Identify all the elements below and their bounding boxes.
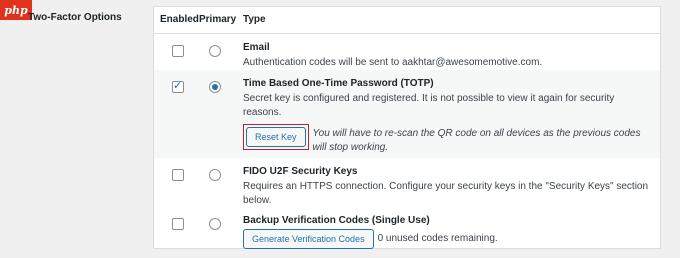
reset-key-note: You will have to re-scan the QR code on … [312, 128, 641, 153]
method-row-fido-u2f: FIDO U2F Security Keys Requires an HTTPS… [154, 158, 660, 207]
enabled-checkbox-totp[interactable] [172, 79, 184, 93]
method-row-email: Email Authentication codes will be sent … [154, 33, 660, 70]
method-row-totp: Time Based One-Time Password (TOTP) Secr… [154, 70, 660, 158]
column-header-enabled: Enabled [154, 7, 199, 34]
reset-key-highlight: Reset Key [243, 124, 309, 150]
enabled-checkbox-email[interactable] [172, 44, 184, 57]
enabled-checkbox-backup[interactable] [172, 218, 184, 230]
unused-codes-count: 0 unused codes remaining. [377, 233, 498, 244]
enabled-checkbox-fido[interactable] [172, 169, 184, 181]
two-factor-options-table: Enabled Primary Type Email Authenticatio… [153, 6, 661, 249]
section-label: Two-Factor Options [28, 12, 122, 23]
primary-radio-fido[interactable] [209, 169, 221, 181]
column-header-primary: Primary [199, 7, 243, 34]
method-title: Backup Verification Codes (Single Use) [243, 215, 430, 226]
method-title: Email [243, 41, 270, 53]
method-row-backup-codes: Backup Verification Codes (Single Use) G… [154, 207, 660, 254]
reset-key-button[interactable]: Reset Key [246, 127, 306, 147]
method-description: Requires an HTTPS connection. Configure … [243, 181, 649, 206]
method-title: FIDO U2F Security Keys [243, 166, 358, 177]
primary-radio-totp[interactable] [209, 81, 221, 93]
generate-verification-codes-button[interactable]: Generate Verification Codes [243, 229, 374, 249]
column-header-type: Type [243, 7, 660, 34]
method-title: Time Based One-Time Password (TOTP) [243, 78, 434, 89]
method-description: Authentication codes will be sent to aak… [243, 56, 543, 68]
primary-radio-backup[interactable] [209, 218, 221, 230]
primary-radio-email[interactable] [209, 44, 221, 57]
method-description: Secret key is configured and registered.… [243, 93, 615, 118]
